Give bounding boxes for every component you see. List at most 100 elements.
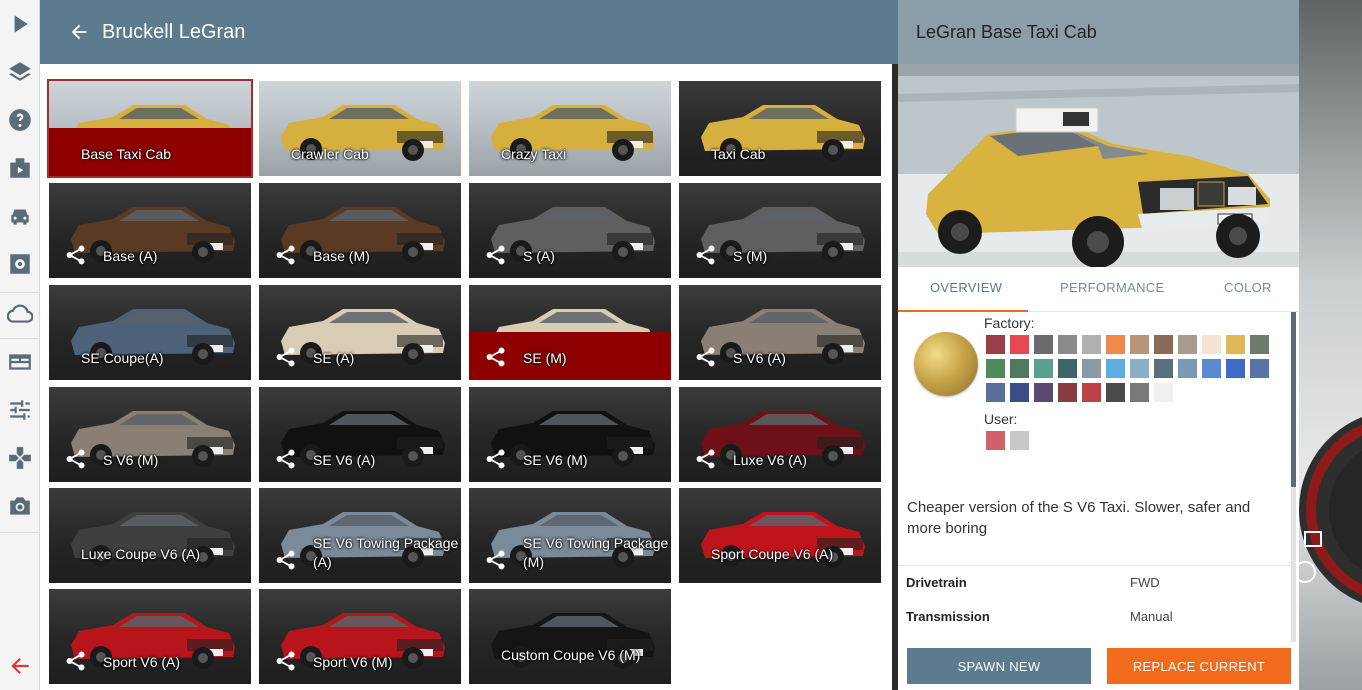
detail-header: LeGran Base Taxi Cab [898,0,1299,64]
replace-current-button[interactable]: REPLACE CURRENT [1107,648,1291,684]
camera-icon[interactable] [0,486,40,526]
factory-color-swatch[interactable] [1010,335,1029,354]
factory-color-swatch[interactable] [1202,335,1221,354]
factory-color-swatch[interactable] [1034,383,1053,402]
tuning-icon[interactable] [0,390,40,430]
factory-color-swatch[interactable] [1010,359,1029,378]
vehicle-icon[interactable] [0,196,40,236]
config-tile[interactable]: S V6 (A) [679,285,881,380]
factory-color-swatch[interactable] [1226,335,1245,354]
vehicle-preview [898,64,1299,267]
config-tile[interactable]: Base (M) [259,183,461,278]
user-color-swatch[interactable] [1010,431,1029,450]
config-tile[interactable]: SE Coupe(A) [49,285,251,380]
factory-color-swatch[interactable] [1082,359,1101,378]
factory-color-swatch[interactable] [1082,335,1101,354]
configuration-icon [65,244,87,266]
factory-color-swatch[interactable] [986,335,1005,354]
help-icon[interactable] [0,100,40,140]
config-tile[interactable]: SE V6 Towing Package (A) [259,488,461,583]
factory-color-swatch[interactable] [1130,335,1149,354]
config-label: SE (A) [313,350,355,366]
config-tile[interactable]: SE V6 (A) [259,387,461,482]
factory-color-swatch[interactable] [1058,383,1077,402]
config-tile[interactable]: Custom Coupe V6 (M) [469,589,671,684]
config-tile[interactable]: Sport V6 (M) [259,589,461,684]
config-tile[interactable]: SE (M) [469,285,671,380]
config-tile[interactable]: Base Taxi Cab [47,79,253,178]
app-sidebar [0,0,40,690]
config-tile[interactable]: S (M) [679,183,881,278]
factory-color-swatch[interactable] [1202,359,1221,378]
config-tile[interactable]: Luxe Coupe V6 (A) [49,488,251,583]
paint-preview-orb [914,332,978,396]
configuration-icon [275,650,297,672]
factory-color-swatch[interactable] [1034,359,1053,378]
config-tile[interactable]: Luxe V6 (A) [679,387,881,482]
configuration-icon [65,650,87,672]
factory-color-swatch[interactable] [1034,335,1053,354]
factory-color-swatch[interactable] [1130,359,1149,378]
config-tile[interactable]: S (A) [469,183,671,278]
spec-transmission-value: Manual [1130,609,1173,624]
page-title: Bruckell LeGran [102,20,246,43]
config-label: Taxi Cab [711,146,766,162]
factory-color-swatch[interactable] [1106,359,1125,378]
config-label: Luxe Coupe V6 (A) [81,546,201,562]
config-label: S V6 (A) [733,350,786,366]
config-tile[interactable]: Sport V6 (A) [49,589,251,684]
factory-color-swatch[interactable] [1250,335,1269,354]
factory-color-swatch[interactable] [986,383,1005,402]
config-tile[interactable]: Crawler Cab [259,81,461,176]
configuration-icon [485,346,507,368]
tab-overview[interactable]: OVERVIEW [930,280,1002,295]
config-tile[interactable]: Crazy Taxi [469,81,671,176]
factory-color-swatch[interactable] [986,359,1005,378]
config-label: S (M) [733,248,768,264]
controls-icon[interactable] [0,438,40,478]
settings-icon[interactable] [0,244,40,284]
detail-tabs: OVERVIEW PERFORMANCE COLOR [898,267,1299,312]
vehicle-header: Bruckell LeGran [40,0,898,64]
factory-color-swatch[interactable] [1154,383,1173,402]
factory-color-swatch[interactable] [1058,335,1077,354]
config-label: SE V6 Towing Package (A) [313,535,459,570]
config-tile[interactable]: S V6 (M) [49,387,251,482]
config-tile[interactable]: SE V6 (M) [469,387,671,482]
factory-color-swatch[interactable] [1106,383,1125,402]
factory-color-swatch[interactable] [1178,335,1197,354]
configuration-icon [485,448,507,470]
exit-icon[interactable] [0,646,40,686]
cloud-icon[interactable] [0,294,40,334]
config-tile[interactable]: Base (A) [49,183,251,278]
factory-color-swatch[interactable] [1082,383,1101,402]
spec-drivetrain-value: FWD [1130,575,1160,590]
play-icon[interactable] [0,4,40,44]
layers-icon[interactable] [0,52,40,92]
config-tile[interactable]: SE V6 Towing Package (M) [469,488,671,583]
config-label: Crazy Taxi [501,146,567,162]
factory-color-swatch[interactable] [1154,359,1173,378]
user-color-swatch[interactable] [986,431,1005,450]
hud-gauge-image [1299,417,1362,603]
scrollbar-thumb[interactable] [1291,312,1296,487]
factory-color-swatch[interactable] [1058,359,1077,378]
factory-color-swatch[interactable] [1154,335,1173,354]
configuration-icon [695,346,717,368]
factory-color-swatch[interactable] [1226,359,1245,378]
factory-color-swatch[interactable] [1250,359,1269,378]
factory-color-swatch[interactable] [1178,359,1197,378]
tab-color[interactable]: COLOR [1224,280,1272,295]
factory-color-swatch[interactable] [1106,335,1125,354]
factory-color-swatch[interactable] [1010,383,1029,402]
factory-color-swatch[interactable] [1130,383,1149,402]
config-tile[interactable]: Taxi Cab [679,81,881,176]
dashboard-icon[interactable] [0,342,40,382]
spawn-new-button[interactable]: SPAWN NEW [907,648,1091,684]
config-tile[interactable]: SE (A) [259,285,461,380]
mission-icon[interactable] [0,148,40,188]
config-tile[interactable]: Sport Coupe V6 (A) [679,488,881,583]
tab-performance[interactable]: PERFORMANCE [1060,280,1164,295]
back-button[interactable] [66,19,92,45]
configuration-icon [275,448,297,470]
